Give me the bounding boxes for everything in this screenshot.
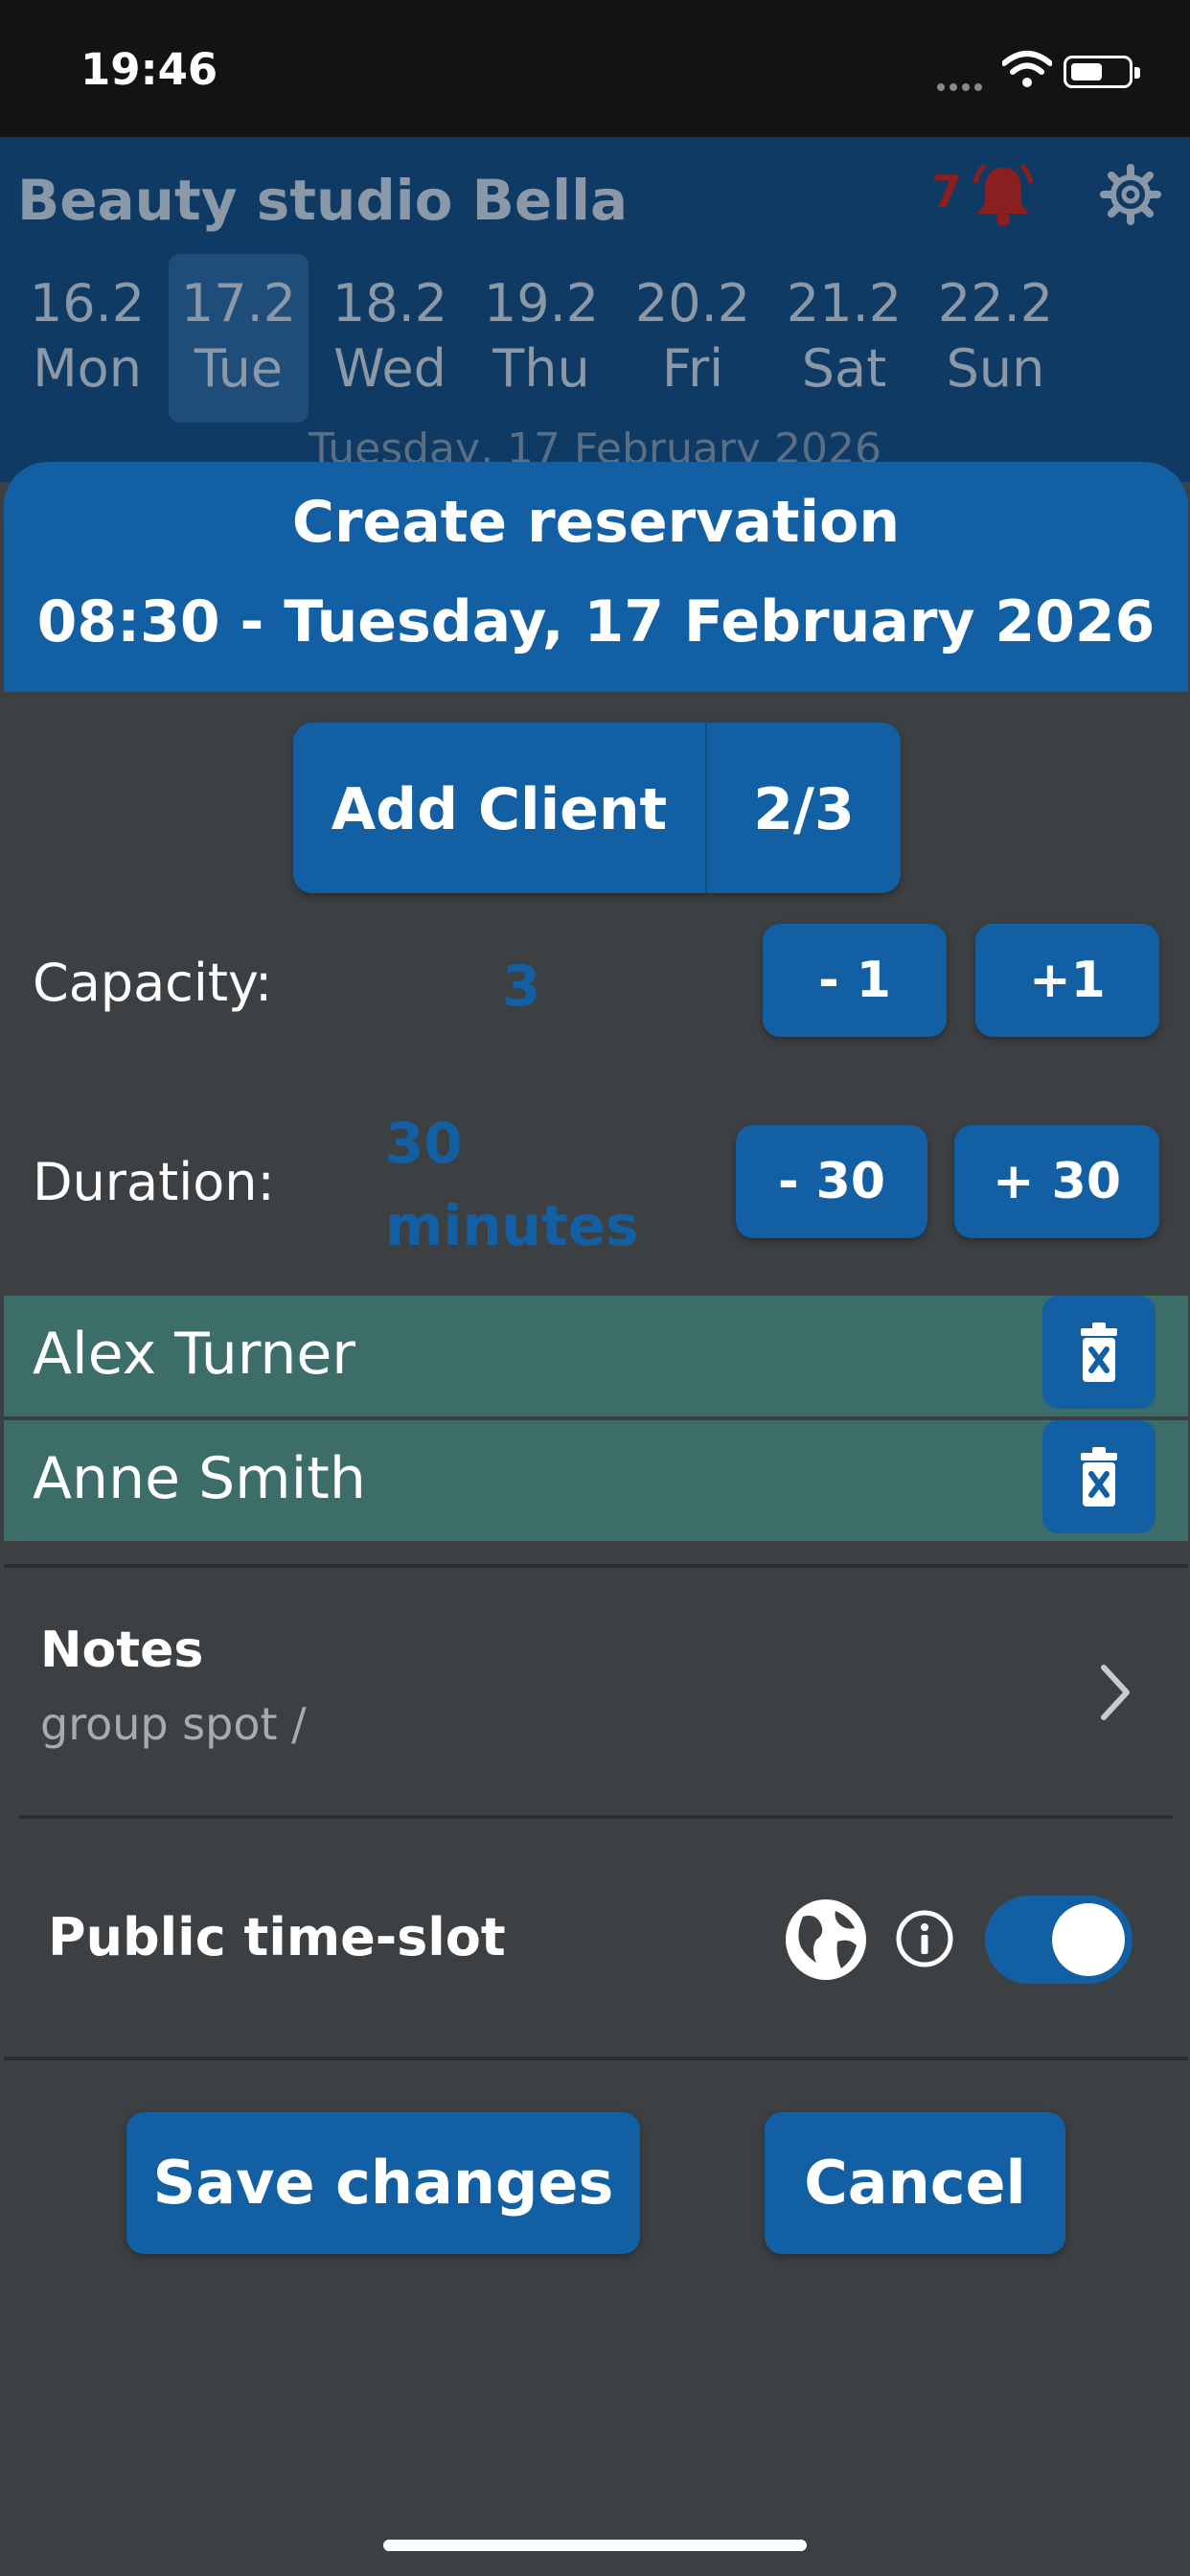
delete-client-button[interactable]	[1042, 1296, 1156, 1409]
status-time: 19:46	[80, 44, 218, 95]
sheet-subtitle: 08:30 - Tuesday, 17 February 2026	[36, 588, 1156, 656]
duration-label: Duration:	[33, 1152, 275, 1212]
capacity-plus-button[interactable]: +1	[975, 924, 1159, 1037]
cancel-button[interactable]: Cancel	[765, 2112, 1065, 2254]
delete-client-button[interactable]	[1042, 1420, 1156, 1533]
client-name: Anne Smith	[33, 1445, 366, 1512]
studio-name: Beauty studio Bella	[17, 168, 629, 233]
day-tue[interactable]: 17.2 Tue	[169, 254, 309, 423]
gear-icon[interactable]	[1100, 164, 1161, 225]
duration-value: 30 minutes	[385, 1111, 639, 1258]
client-row[interactable]: Alex Turner	[4, 1296, 1188, 1416]
app-header: Beauty studio Bella 7 16.2 Mon 17.2 Tue 18…	[0, 137, 1190, 482]
add-client-button[interactable]: Add Client 2/3	[293, 723, 901, 893]
save-changes-button[interactable]: Save changes	[126, 2112, 640, 2254]
public-slot-toggle[interactable]	[985, 1896, 1133, 1984]
home-indicator[interactable]	[383, 2540, 807, 2551]
client-name: Alex Turner	[33, 1321, 355, 1388]
day-sat[interactable]: 21.2 Sat	[774, 254, 914, 423]
add-client-label: Add Client	[331, 776, 668, 843]
bell-icon[interactable]	[968, 160, 1039, 231]
capacity-value: 3	[502, 954, 541, 1019]
signal-icon	[937, 77, 987, 95]
client-count: 2/3	[753, 776, 855, 843]
duration-plus-button[interactable]: + 30	[954, 1125, 1159, 1238]
sheet-header: Create reservation 08:30 - Tuesday, 17 F…	[4, 462, 1188, 692]
notes-title: Notes	[40, 1622, 204, 1679]
day-wed[interactable]: 18.2 Wed	[320, 254, 460, 423]
battery-icon	[1064, 56, 1140, 88]
status-bar: 19:46	[0, 0, 1190, 137]
capacity-label: Capacity:	[33, 953, 273, 1013]
duration-minus-button[interactable]: - 30	[736, 1125, 927, 1238]
wifi-icon	[1002, 51, 1052, 87]
day-thu[interactable]: 19.2 Thu	[471, 254, 611, 423]
day-sun[interactable]: 22.2 Sun	[926, 254, 1065, 423]
public-slot-label: Public time-slot	[48, 1907, 506, 1967]
day-mon[interactable]: 16.2 Mon	[17, 254, 157, 423]
sheet-title: Create reservation	[291, 489, 901, 556]
alert-count: 7	[931, 166, 963, 218]
trash-icon	[1081, 1447, 1117, 1506]
notes-text: group spot /	[40, 1698, 307, 1750]
day-fri[interactable]: 20.2 Fri	[623, 254, 763, 423]
info-icon[interactable]	[895, 1909, 954, 1968]
capacity-minus-button[interactable]: - 1	[763, 924, 947, 1037]
trash-icon	[1081, 1322, 1117, 1382]
reservation-sheet: Create reservation 08:30 - Tuesday, 17 F…	[4, 462, 1188, 2576]
chevron-right-icon	[1101, 1665, 1130, 1720]
globe-icon	[786, 1899, 866, 1980]
client-row[interactable]: Anne Smith	[4, 1420, 1188, 1541]
